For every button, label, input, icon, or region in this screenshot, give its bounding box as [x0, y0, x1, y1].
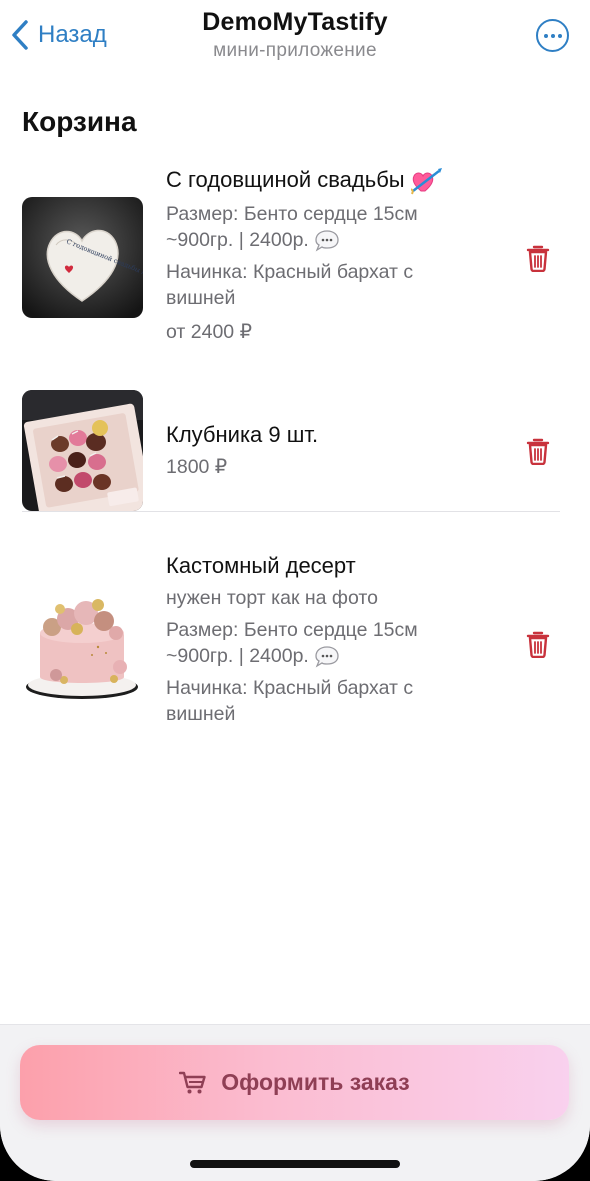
cart-item: Клубника 9 шт. 1800 ₽	[0, 380, 590, 515]
custom-cake-image[interactable]	[22, 583, 143, 704]
app-subtitle: мини-приложение	[213, 40, 377, 61]
item-size: Размер: Бенто сердце 15см ~900гр. | 2400…	[166, 201, 486, 253]
heart-cake-image[interactable]: С годовщиной свадьбы любимый!	[22, 197, 143, 318]
item-filling: Начинка: Красный бархат с вишней	[166, 677, 414, 725]
item-size-text: Размер: Бенто сердце 15см ~900гр. | 2400…	[166, 619, 418, 667]
item-size: Размер: Бенто сердце 15см ~900гр. | 2400…	[166, 617, 486, 669]
more-options-button[interactable]	[536, 19, 569, 52]
item-name: С годовщиной свадьбы	[166, 165, 486, 195]
item-name: Кастомный десерт	[166, 553, 356, 578]
checkout-button[interactable]: Оформить заказ	[20, 1045, 569, 1120]
dot-icon	[550, 33, 555, 38]
item-info: С годовщиной свадьбы Размер: Бенто сердц…	[166, 165, 486, 345]
title-block: DemoMyTastify мини-приложение	[0, 8, 590, 62]
screen: Назад DemoMyTastify мини-приложение Корз…	[0, 0, 590, 1181]
dot-icon	[543, 33, 548, 38]
item-size-text: Размер: Бенто сердце 15см ~900гр. | 2400…	[166, 203, 418, 252]
cart-item: С годовщиной свадьбы любимый! С годовщин…	[0, 160, 590, 360]
app-title: DemoMyTastify	[202, 8, 388, 36]
item-name-text: С годовщиной свадьбы	[166, 167, 405, 192]
cart-icon	[179, 1071, 206, 1093]
item-price: 1800 ₽	[166, 456, 228, 478]
checkout-label: Оформить заказ	[221, 1069, 410, 1095]
heart-with-arrow-icon	[410, 168, 442, 195]
trash-icon[interactable]	[526, 244, 550, 272]
item-info: Клубника 9 шт. 1800 ₽	[166, 420, 486, 480]
page-title: Корзина	[22, 106, 137, 137]
divider	[22, 511, 560, 512]
dot-icon	[557, 33, 562, 38]
item-filling: Начинка: Красный бархат с вишней	[166, 261, 414, 310]
trash-icon[interactable]	[526, 437, 550, 465]
item-name: Клубника 9 шт.	[166, 422, 319, 447]
trash-icon[interactable]	[526, 630, 550, 658]
footer: Оформить заказ	[0, 1024, 590, 1181]
home-indicator	[190, 1160, 400, 1168]
strawberry-box-image[interactable]	[22, 390, 143, 511]
speech-bubble-icon	[315, 230, 339, 252]
header: Назад DemoMyTastify мини-приложение	[0, 0, 590, 80]
cart-item: Кастомный десерт нужен торт как на фото …	[0, 548, 590, 748]
item-note: нужен торт как на фото	[166, 587, 378, 609]
speech-bubble-icon	[315, 646, 339, 668]
item-price: от 2400 ₽	[166, 321, 252, 344]
item-info: Кастомный десерт нужен торт как на фото …	[166, 551, 486, 727]
